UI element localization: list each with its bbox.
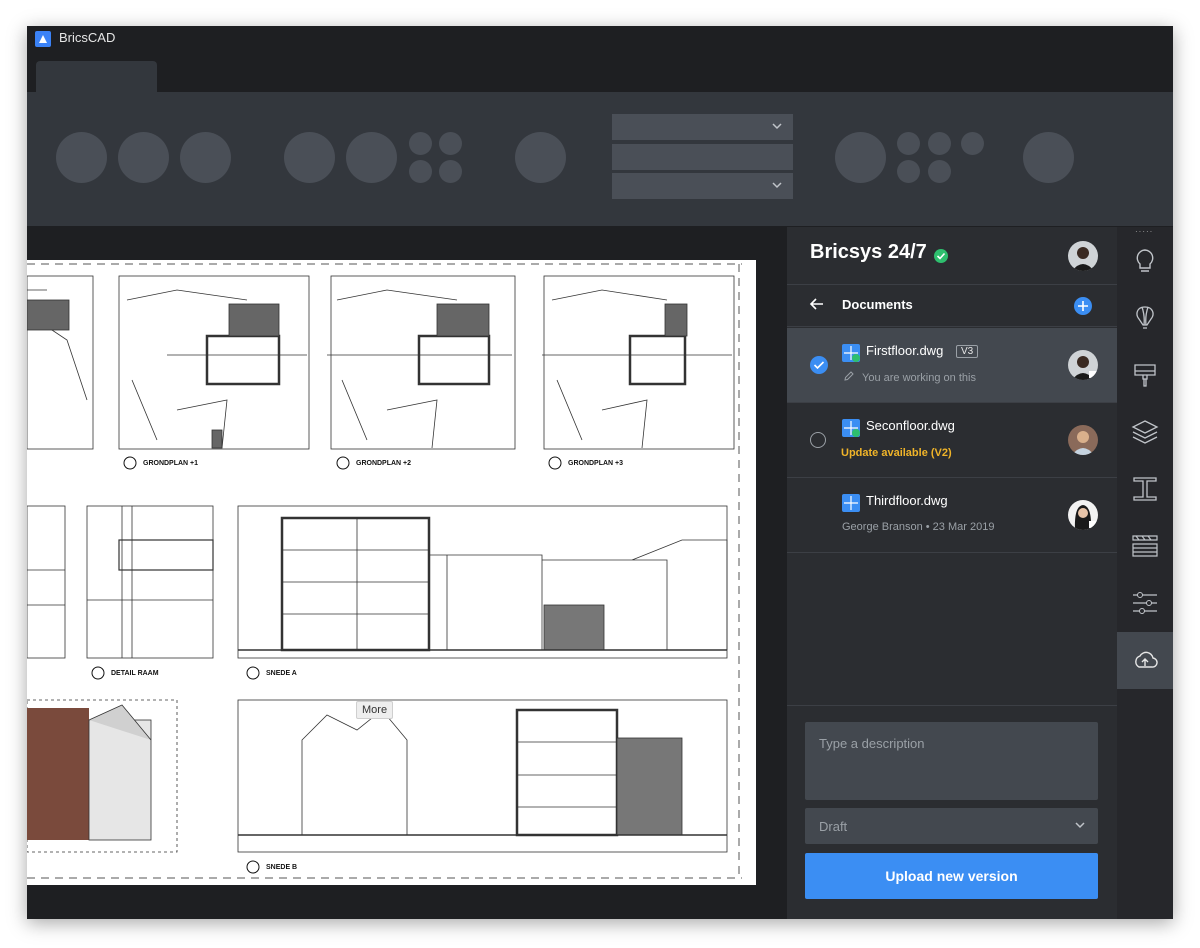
status-select[interactable]: Draft [805, 808, 1098, 844]
file-row-thirdfloor[interactable]: Thirdfloor.dwg George Branson • 23 Mar 2… [787, 478, 1117, 552]
user-avatar [1068, 425, 1098, 455]
documents-nav-label: Documents [842, 297, 913, 312]
layers-icon [1131, 420, 1159, 444]
tool-button-2[interactable] [118, 132, 169, 183]
small-tool-button-4[interactable] [439, 160, 462, 183]
small-tool-button-3[interactable] [409, 160, 432, 183]
beam-icon [1133, 477, 1157, 501]
drawing-canvas[interactable]: GRONDPLAN +1 GRONDPLAN +2 GRONDPLAN +3 D… [27, 227, 787, 919]
ribbon-dropdown-1[interactable] [612, 114, 793, 140]
status-select-value: Draft [819, 819, 848, 834]
file-row-seconfloor[interactable]: Seconfloor.dwg Update available (V2) [787, 403, 1117, 477]
online-status-icon [934, 249, 948, 263]
upload-new-version-button[interactable]: Upload new version [805, 853, 1098, 899]
small-tool-button-7[interactable] [961, 132, 984, 155]
dwg-file-icon [842, 419, 860, 437]
title-bar: BricsCAD [27, 26, 1173, 61]
hatch-icon [1132, 535, 1158, 557]
file-name: Thirdfloor.dwg [866, 493, 948, 508]
tool-button-4[interactable] [284, 132, 335, 183]
sidebar-item-cloud[interactable] [1117, 632, 1173, 689]
sidebar-item-paint[interactable] [1117, 347, 1173, 404]
label-snede-b: SNEDE B [266, 864, 297, 871]
sliders-icon [1133, 592, 1157, 614]
bricscad-window: BricsCAD GRONDPLAN +1 GRONDPLAN +2 GROND… [27, 26, 1173, 919]
divider [787, 326, 1117, 327]
tool-button-3[interactable] [180, 132, 231, 183]
file-meta-text: George Branson • 23 Mar 2019 [842, 521, 995, 533]
cad-drawing: GRONDPLAN +1 GRONDPLAN +2 GRONDPLAN +3 D… [27, 263, 742, 879]
dwg-file-icon [842, 344, 860, 362]
user-avatar [1068, 500, 1098, 530]
small-tool-button-2[interactable] [439, 132, 462, 155]
checked-checkbox[interactable] [810, 356, 828, 374]
tool-button-5[interactable] [346, 132, 397, 183]
tool-button-6[interactable] [515, 132, 566, 183]
panel-resize-grip[interactable]: ····· [1135, 227, 1153, 236]
cloud-upload-icon [1135, 651, 1158, 668]
chevron-down-icon [772, 182, 782, 189]
sidebar-item-balloon[interactable] [1117, 290, 1173, 347]
small-tool-button-9[interactable] [928, 160, 951, 183]
small-tool-button-6[interactable] [928, 132, 951, 155]
back-arrow-icon[interactable] [809, 296, 825, 312]
sidebar-item-layers[interactable] [1117, 404, 1173, 461]
panel-title: Bricsys 24/7 [810, 241, 927, 263]
sidebar-item-materials[interactable] [1117, 518, 1173, 575]
chevron-down-icon [1075, 822, 1085, 829]
divider [787, 284, 1117, 285]
divider [787, 705, 1117, 706]
small-tool-button-5[interactable] [897, 132, 920, 155]
divider [787, 552, 1117, 553]
tool-button-8[interactable] [1023, 132, 1074, 183]
small-tool-button-8[interactable] [897, 160, 920, 183]
file-name: Seconfloor.dwg [866, 418, 955, 433]
label-grondplan-1: GRONDPLAN +1 [143, 460, 198, 467]
version-badge: V3 [956, 345, 979, 358]
tool-button-1[interactable] [56, 132, 107, 183]
paint-brush-icon [1134, 364, 1156, 387]
label-grondplan-2: GRONDPLAN +2 [356, 460, 411, 467]
user-avatar[interactable] [1068, 241, 1098, 271]
right-sidebar [1117, 227, 1173, 919]
file-row-firstfloor[interactable]: Firstfloor.dwg V3 You are working on thi… [787, 328, 1117, 402]
chevron-down-icon [772, 123, 782, 130]
bricscad-logo-icon [35, 31, 51, 47]
label-grondplan-3: GRONDPLAN +3 [568, 460, 623, 467]
label-snede-a: SNEDE A [266, 670, 297, 677]
app-title: BricsCAD [59, 30, 116, 45]
file-name: Firstfloor.dwg [866, 343, 944, 358]
dwg-file-icon [842, 494, 860, 512]
sidebar-item-tips[interactable] [1117, 233, 1173, 290]
small-tool-button-1[interactable] [409, 132, 432, 155]
documents-panel: Bricsys 24/7 Documents Firstfloor.dwg V3 [787, 227, 1117, 919]
pencil-icon [844, 371, 854, 381]
ribbon-toolbar [27, 92, 1173, 226]
drawing-sheet: GRONDPLAN +1 GRONDPLAN +2 GRONDPLAN +3 D… [27, 260, 756, 885]
lightbulb-icon [1136, 249, 1154, 272]
checkmark-icon [813, 361, 825, 370]
ribbon-dropdown-2[interactable] [612, 173, 793, 199]
sidebar-item-properties[interactable] [1117, 575, 1173, 632]
unchecked-radio[interactable] [810, 432, 826, 448]
ribbon-input-field[interactable] [612, 144, 793, 170]
sidebar-item-structure[interactable] [1117, 461, 1173, 518]
more-tooltip[interactable]: More [356, 701, 394, 719]
tool-button-7[interactable] [835, 132, 886, 183]
balloon-icon [1136, 306, 1154, 329]
add-document-button[interactable] [1074, 297, 1092, 315]
ribbon-tab[interactable] [36, 61, 157, 92]
plus-icon [1078, 301, 1088, 311]
label-detail-raam: DETAIL RAAM [111, 670, 159, 677]
file-status-text: You are working on this [862, 372, 976, 384]
description-textarea[interactable] [805, 722, 1098, 800]
update-available-text[interactable]: Update available (V2) [841, 447, 952, 459]
user-avatar [1068, 350, 1098, 380]
